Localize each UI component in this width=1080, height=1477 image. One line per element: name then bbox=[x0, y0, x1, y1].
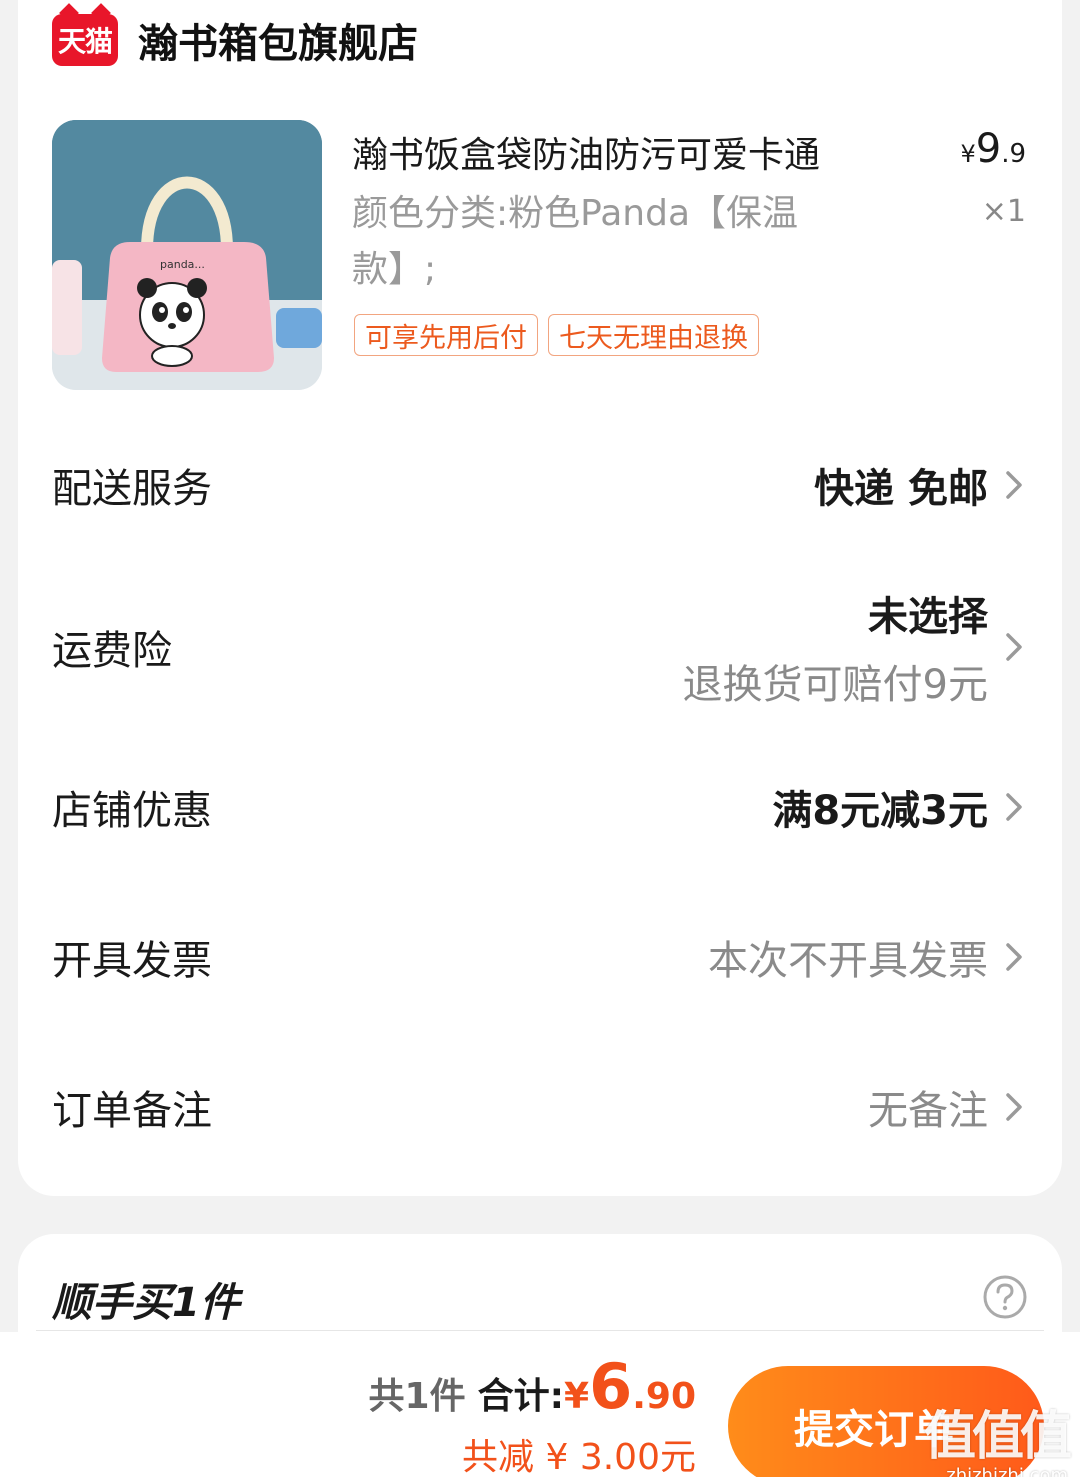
tag-pay-later: 可享先用后付 bbox=[354, 314, 538, 356]
store-header[interactable]: 天猫 瀚书箱包旗舰店 bbox=[52, 10, 418, 70]
row-delivery[interactable]: 配送服务 快递 免邮 bbox=[52, 450, 1028, 520]
chevron-right-icon bbox=[998, 937, 1028, 977]
delivery-label: 配送服务 bbox=[52, 466, 212, 512]
product-variant[interactable]: 颜色分类:粉色Panda【保温款】; bbox=[352, 186, 862, 298]
panda-bag-illustration: panda... bbox=[52, 120, 322, 390]
price-integer: 9 bbox=[975, 126, 1002, 172]
total-decimal: .90 bbox=[632, 1376, 696, 1417]
product-quantity: ×1 bbox=[981, 194, 1026, 229]
tag-seven-day-return: 七天无理由退换 bbox=[548, 314, 759, 356]
help-icon[interactable] bbox=[982, 1274, 1028, 1320]
discount-value: 满8元减3元 bbox=[772, 788, 988, 834]
insurance-value: 未选择 bbox=[868, 594, 988, 640]
item-count: 共1件 bbox=[368, 1376, 466, 1417]
total-integer: 6 bbox=[589, 1350, 633, 1423]
total-symbol: ¥ bbox=[564, 1376, 590, 1417]
total-discount: 共减 ¥ 3.00元 bbox=[462, 1437, 696, 1477]
tmall-logo-text: 天猫 bbox=[57, 25, 113, 58]
price-symbol: ¥ bbox=[960, 140, 976, 168]
note-value: 无备注 bbox=[868, 1088, 988, 1134]
row-shipping-insurance[interactable]: 运费险 未选择 退换货可赔付9元 bbox=[52, 584, 1028, 710]
product-price: ¥9.9 bbox=[960, 126, 1026, 172]
store-name[interactable]: 瀚书箱包旗舰店 bbox=[138, 11, 418, 69]
row-store-discount[interactable]: 店铺优惠 满8元减3元 bbox=[52, 772, 1028, 842]
chevron-right-icon bbox=[998, 627, 1028, 667]
add-on-title: 顺手买1件 bbox=[52, 1280, 240, 1326]
total-label: 合计: bbox=[477, 1376, 565, 1417]
divider bbox=[36, 1330, 1044, 1331]
invoice-label: 开具发票 bbox=[52, 938, 212, 984]
note-label: 订单备注 bbox=[52, 1088, 212, 1134]
chevron-right-icon bbox=[998, 1087, 1028, 1127]
row-order-note[interactable]: 订单备注 无备注 bbox=[52, 1072, 1028, 1142]
row-invoice[interactable]: 开具发票 本次不开具发票 bbox=[52, 922, 1028, 992]
watermark-site: zhizhizhi.com bbox=[946, 1465, 1068, 1477]
watermark-mark: 值值值 bbox=[923, 1407, 1072, 1467]
chevron-right-icon bbox=[998, 465, 1028, 505]
order-total: 共1件 合计: ¥ 6 .90 bbox=[369, 1350, 696, 1423]
discount-label: 店铺优惠 bbox=[52, 788, 212, 834]
delivery-value: 快递 免邮 bbox=[814, 466, 988, 512]
product-image[interactable]: panda... bbox=[52, 120, 322, 390]
invoice-value: 本次不开具发票 bbox=[708, 938, 988, 984]
site-watermark: 值值值 zhizhizhi.com bbox=[923, 1394, 1072, 1477]
price-decimal: .9 bbox=[1001, 139, 1026, 169]
svg-text:panda...: panda... bbox=[160, 258, 205, 271]
insurance-sub: 退换货可赔付9元 bbox=[682, 662, 988, 708]
insurance-label: 运费险 bbox=[52, 628, 172, 674]
chevron-right-icon bbox=[998, 787, 1028, 827]
tmall-logo: 天猫 bbox=[52, 14, 118, 66]
product-title[interactable]: 瀚书饭盒袋防油防污可爱卡通 bbox=[352, 126, 820, 178]
service-tags: 可享先用后付 七天无理由退换 bbox=[354, 314, 759, 356]
